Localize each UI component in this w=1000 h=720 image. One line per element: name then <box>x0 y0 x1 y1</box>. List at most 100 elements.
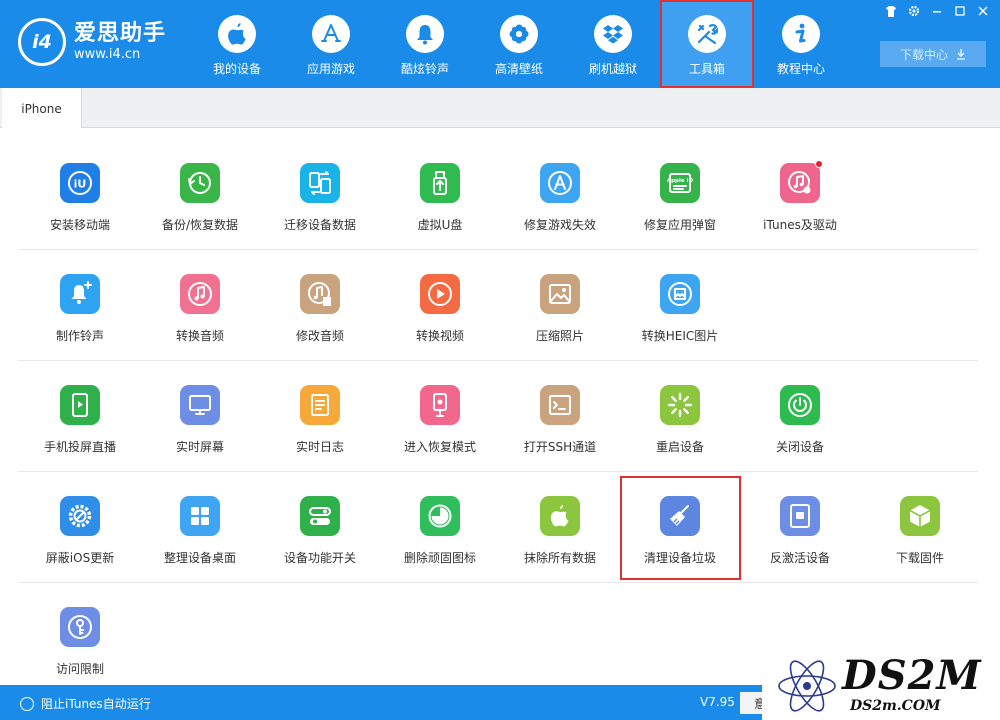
nav-label: 酷炫铃声 <box>400 62 449 76</box>
tool-image[interactable]: 压缩照片 <box>500 256 620 356</box>
tool-bell-plus[interactable]: 制作铃声 <box>20 256 140 356</box>
tool-label: 设备功能开关 <box>283 551 356 565</box>
apple-erase-icon <box>540 496 580 536</box>
tool-power[interactable]: 关闭设备 <box>740 367 860 467</box>
download-center-button[interactable]: 下载中心 <box>880 41 986 67</box>
tool-music[interactable]: 转换音频 <box>140 256 260 356</box>
tool-label: 进入恢复模式 <box>403 440 476 454</box>
tool-box[interactable]: 下载固件 <box>860 478 980 578</box>
tool-clock-back[interactable]: 备份/恢复数据 <box>140 145 260 245</box>
nav-item-3[interactable]: 高清壁纸 <box>472 0 566 88</box>
dropbox-icon <box>594 15 632 53</box>
row-divider <box>18 360 978 361</box>
skin-icon[interactable] <box>881 3 900 19</box>
tool-label: 修改音频 <box>295 329 344 343</box>
block-itunes-toggle[interactable]: 阻止iTunes自动运行 <box>20 695 151 712</box>
tool-label: 安装移动端 <box>49 218 110 232</box>
grid-icon <box>180 496 220 536</box>
nav-item-1[interactable]: 应用游戏 <box>284 0 378 88</box>
tool-heic[interactable]: 转换HEIC图片 <box>620 256 740 356</box>
atom-logo-icon <box>778 660 836 712</box>
logo-url: www.i4.cn <box>74 47 141 62</box>
usb-icon <box>420 163 460 203</box>
tool-label: 屏蔽iOS更新 <box>45 551 115 565</box>
phone-transfer-icon <box>300 163 340 203</box>
settings-icon[interactable] <box>904 3 923 19</box>
version-label: V7.95 <box>700 695 735 709</box>
tool-label: iTunes及驱动 <box>763 218 837 232</box>
tool-tablet[interactable]: 反激活设备 <box>740 478 860 578</box>
tool-apple-id[interactable]: Apple ID 修复应用弹窗 <box>620 145 740 245</box>
app-logo: i4 爱思助手 www.i4.cn <box>18 18 166 66</box>
box-icon <box>900 496 940 536</box>
nav-label: 我的设备 <box>212 62 261 76</box>
tool-terminal[interactable]: 打开SSH通道 <box>500 367 620 467</box>
tool-app-store[interactable]: 修复游戏失效 <box>500 145 620 245</box>
toolbox-grid: iU 安装移动端 备份/恢复数据 迁移设备数据 虚拟U盘 修复游戏失效 Apple ID 修复… <box>0 128 1000 685</box>
svg-text:Apple ID: Apple ID <box>667 178 694 184</box>
tool-grid[interactable]: 整理设备桌面 <box>140 478 260 578</box>
tool-label: 整理设备桌面 <box>163 551 236 565</box>
tool-log[interactable]: 实时日志 <box>260 367 380 467</box>
tool-label: 实时屏幕 <box>175 440 224 454</box>
i4-logo-icon: i4 <box>18 18 66 66</box>
tool-label: 关闭设备 <box>775 440 824 454</box>
tool-usb[interactable]: 虚拟U盘 <box>380 145 500 245</box>
nav-item-0[interactable]: 我的设备 <box>190 0 284 88</box>
tool-label: 转换音频 <box>175 329 224 343</box>
tool-monitor[interactable]: 实时屏幕 <box>140 367 260 467</box>
image-icon <box>540 274 580 314</box>
row-divider <box>18 249 978 250</box>
minimize-icon[interactable] <box>927 3 946 19</box>
tool-label: 转换HEIC图片 <box>641 329 719 343</box>
tool-pie[interactable]: 删除顽固图标 <box>380 478 500 578</box>
nav-item-5[interactable]: 工具箱 <box>660 0 754 88</box>
tool-toggle[interactable]: 设备功能开关 <box>260 478 380 578</box>
tool-gear-block[interactable]: 屏蔽iOS更新 <box>20 478 140 578</box>
tool-recovery[interactable]: 进入恢复模式 <box>380 367 500 467</box>
maximize-icon[interactable] <box>950 3 969 19</box>
logo-title: 爱思助手 <box>74 21 167 46</box>
watermark: DS2M DS2m.COM <box>762 650 1000 720</box>
tool-label: 删除顽固图标 <box>403 551 476 565</box>
music-icon <box>180 274 220 314</box>
info-icon <box>782 15 820 53</box>
tool-restart[interactable]: 重启设备 <box>620 367 740 467</box>
tool-music-gear[interactable]: iTunes及驱动 <box>740 145 860 245</box>
tool-label: 虚拟U盘 <box>417 218 463 232</box>
tool-screen-cast[interactable]: 手机投屏直播 <box>20 367 140 467</box>
nav-item-2[interactable]: 酷炫铃声 <box>378 0 472 88</box>
tool-label: 下载固件 <box>895 551 944 565</box>
tool-label: 迁移设备数据 <box>283 218 356 232</box>
nav-label: 教程中心 <box>776 62 825 76</box>
clock-back-icon <box>180 163 220 203</box>
tool-label: 打开SSH通道 <box>523 440 597 454</box>
app-header: i4 爱思助手 www.i4.cn 我的设备 应用游戏 酷炫铃声 高清壁纸 刷机越狱 工具… <box>0 0 1000 88</box>
power-icon <box>780 385 820 425</box>
tool-label: 备份/恢复数据 <box>161 218 239 232</box>
nav-label: 刷机越狱 <box>588 62 637 76</box>
radio-circle-icon[interactable] <box>20 696 34 711</box>
tool-apple-erase[interactable]: 抹除所有数据 <box>500 478 620 578</box>
nav-item-6[interactable]: 教程中心 <box>754 0 848 88</box>
play-icon <box>420 274 460 314</box>
recovery-icon <box>420 385 460 425</box>
i4-icon: iU <box>60 163 100 203</box>
app-store-icon <box>540 163 580 203</box>
tool-label: 压缩照片 <box>535 329 584 343</box>
tool-phone-transfer[interactable]: 迁移设备数据 <box>260 145 380 245</box>
tab-iphone[interactable]: iPhone <box>2 88 82 129</box>
tool-i4[interactable]: iU 安装移动端 <box>20 145 140 245</box>
tool-play[interactable]: 转换视频 <box>380 256 500 356</box>
tool-key[interactable]: 访问限制 <box>20 589 140 689</box>
tools-icon <box>688 15 726 53</box>
screen-cast-icon <box>60 385 100 425</box>
key-icon <box>60 607 100 647</box>
close-icon[interactable] <box>973 3 992 19</box>
nav-item-4[interactable]: 刷机越狱 <box>566 0 660 88</box>
notification-dot <box>815 160 823 168</box>
window-controls <box>881 3 992 19</box>
apple-icon <box>218 15 256 53</box>
tablet-icon <box>780 496 820 536</box>
tool-music-edit[interactable]: 修改音频 <box>260 256 380 356</box>
